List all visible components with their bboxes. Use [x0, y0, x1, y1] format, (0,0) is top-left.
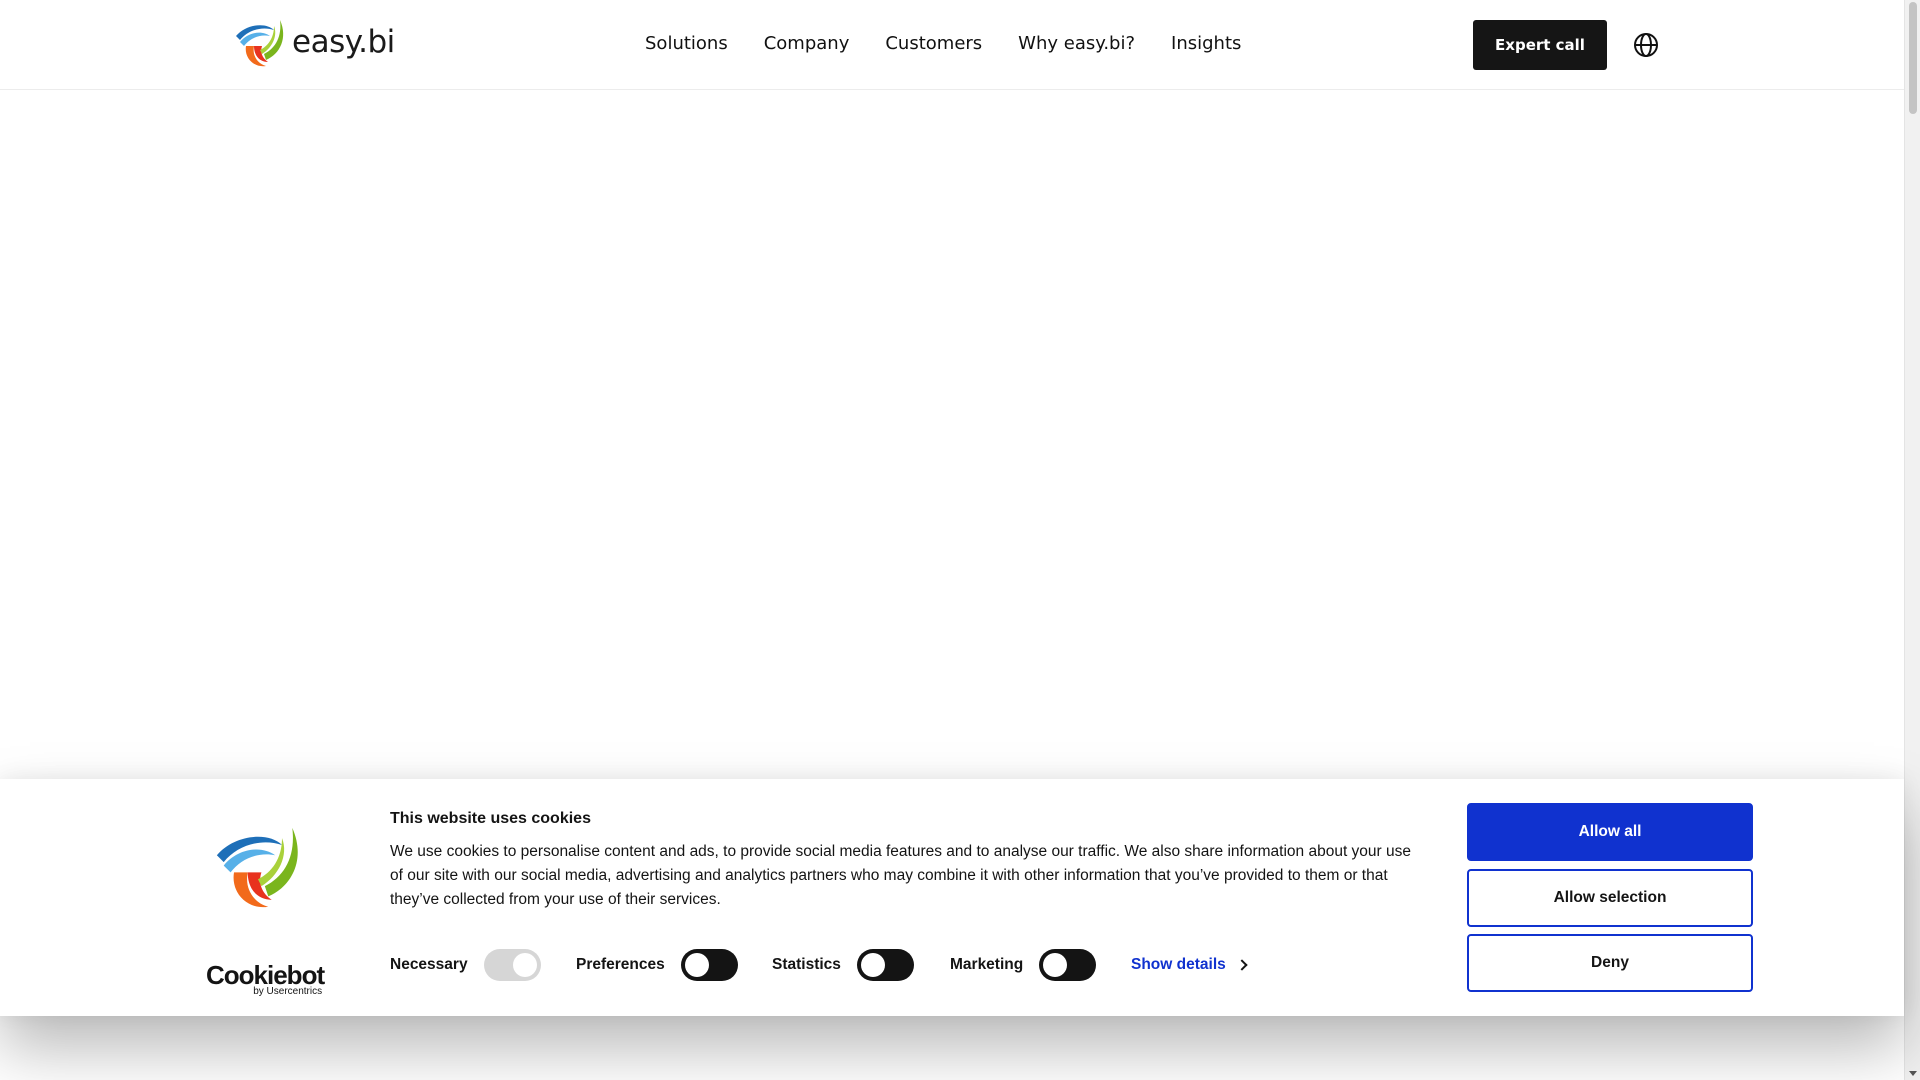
- site-header: easy.bi Solutions Company Customers Why …: [0, 0, 1904, 90]
- allow-all-button[interactable]: Allow all: [1467, 803, 1753, 861]
- scroll-down-arrow-icon[interactable]: [1909, 1071, 1917, 1076]
- consent-preferences: Preferences: [576, 949, 738, 981]
- nav-item-solutions[interactable]: Solutions: [645, 33, 728, 54]
- expert-call-button[interactable]: Expert call: [1473, 20, 1607, 70]
- chevron-right-icon: [1236, 959, 1248, 971]
- show-details-label: Show details: [1131, 956, 1226, 973]
- necessary-toggle[interactable]: [483, 949, 541, 981]
- consent-label-necessary: Necessary: [390, 956, 468, 973]
- nav-item-customers[interactable]: Customers: [885, 33, 982, 54]
- logo-mark-icon: [236, 20, 284, 67]
- nav-item-insights[interactable]: Insights: [1171, 33, 1241, 54]
- nav-item-company[interactable]: Company: [764, 33, 850, 54]
- consent-label-marketing: Marketing: [950, 956, 1024, 973]
- main-nav: Solutions Company Customers Why easy.bi?…: [645, 33, 1277, 54]
- globe-icon[interactable]: [1633, 32, 1659, 58]
- cookie-description: We use cookies to personalise content an…: [390, 843, 1412, 908]
- consent-statistics: Statistics: [772, 949, 914, 981]
- marketing-toggle[interactable]: [1039, 949, 1097, 981]
- show-details-link[interactable]: Show details: [1131, 949, 1248, 981]
- cookie-consent-banner: Cookiebot by Usercentrics This website u…: [0, 779, 1904, 1016]
- consent-toggles: Necessary Preferences Statistics Marketi…: [390, 949, 1270, 981]
- brand-logo-icon: [216, 827, 298, 908]
- consent-label-statistics: Statistics: [772, 956, 841, 973]
- consent-necessary: Necessary: [390, 949, 541, 981]
- consent-label-preferences: Preferences: [576, 956, 665, 973]
- cookiebot-logo[interactable]: Cookiebot by Usercentrics: [206, 960, 325, 997]
- cookiebot-wordmark: Cookiebot: [206, 960, 325, 990]
- page-scrollbar[interactable]: [1904, 0, 1920, 1080]
- preferences-toggle[interactable]: [680, 949, 738, 981]
- consent-marketing: Marketing: [950, 949, 1097, 981]
- nav-item-why-easybi[interactable]: Why easy.bi?: [1018, 33, 1135, 54]
- cookie-title: This website uses cookies: [390, 810, 591, 827]
- scrollbar-thumb[interactable]: [1909, 2, 1917, 114]
- statistics-toggle[interactable]: [856, 949, 914, 981]
- deny-button[interactable]: Deny: [1467, 934, 1753, 992]
- allow-selection-button[interactable]: Allow selection: [1467, 869, 1753, 927]
- site-logo[interactable]: easy.bi: [232, 16, 395, 72]
- logo-text: easy.bi: [292, 24, 395, 60]
